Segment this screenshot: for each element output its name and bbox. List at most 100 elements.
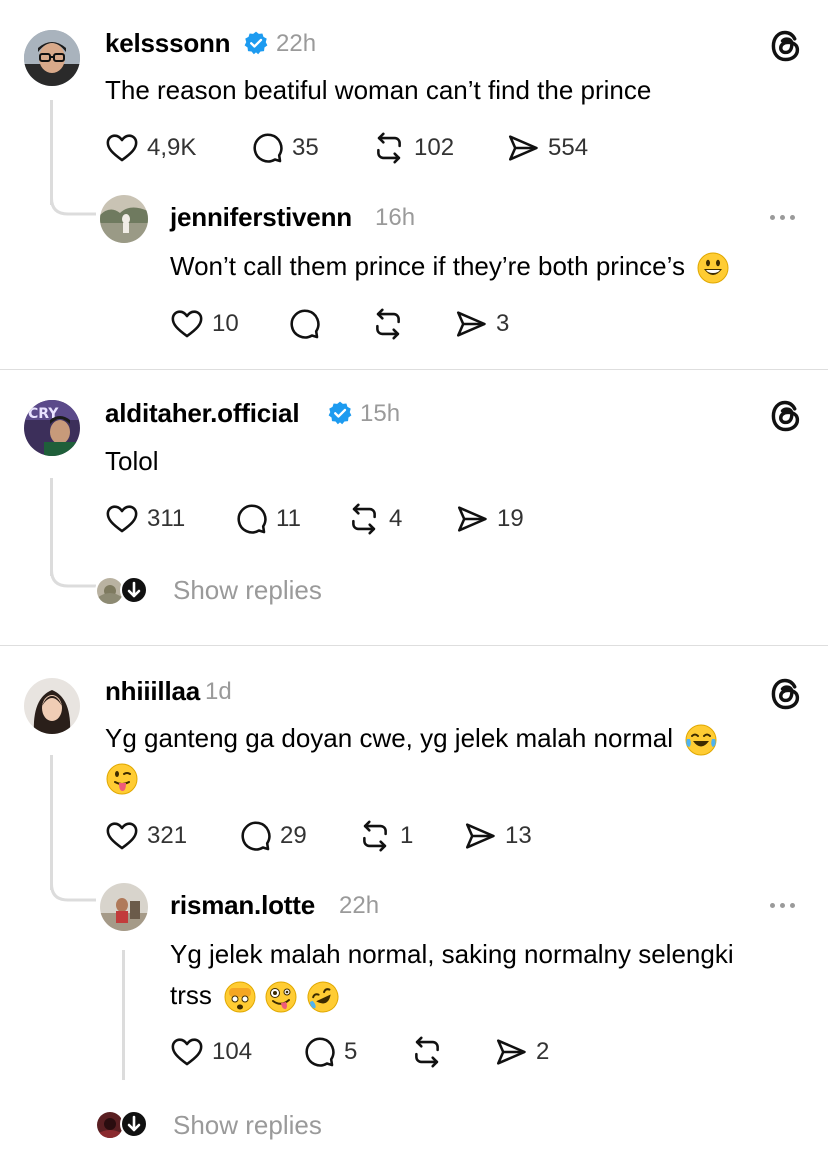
comment-button[interactable]: 5 [302, 1032, 357, 1072]
post-time: 15h [360, 400, 401, 427]
post-text: Tolol [105, 446, 159, 476]
share-count: 3 [496, 310, 510, 337]
post-time: 22h [339, 892, 380, 919]
post-text: Won’t call them prince if they’re both p… [170, 245, 730, 287]
like-button[interactable]: 4,9K [105, 128, 196, 168]
share-icon [494, 1035, 528, 1069]
post-time: 22h [276, 30, 317, 57]
like-button[interactable]: 321 [105, 816, 187, 856]
comment-count: 35 [292, 134, 319, 161]
threads-logo-icon[interactable] [768, 28, 804, 64]
username[interactable]: kelsssonn [105, 28, 231, 59]
comment-button[interactable]: 11 [234, 499, 301, 539]
repost-icon [347, 502, 381, 536]
like-count: 4,9K [147, 134, 197, 161]
repost-count: 1 [400, 822, 414, 849]
comment-button[interactable] [287, 304, 321, 344]
like-count: 104 [212, 1038, 253, 1065]
share-button[interactable]: 2 [494, 1032, 549, 1072]
comment-icon [287, 307, 321, 341]
share-icon [455, 502, 489, 536]
tears-of-joy-emoji [685, 724, 717, 756]
arrow-down-icon[interactable] [120, 1110, 148, 1138]
username[interactable]: risman.lotte [170, 890, 315, 921]
show-replies-link[interactable]: Show replies [173, 1110, 322, 1141]
face-with-open-eyes-hand-emoji [224, 981, 256, 1013]
comment-count: 29 [280, 822, 307, 849]
comment-count: 5 [344, 1038, 358, 1065]
like-count: 311 [147, 505, 186, 532]
arrow-down-icon[interactable] [120, 576, 148, 604]
post-text-content: Won’t call them prince if they’re both p… [170, 251, 685, 281]
username[interactable]: nhiiillaa [105, 676, 200, 707]
zany-face-emoji [265, 981, 297, 1013]
verified-badge-icon [327, 400, 353, 426]
repost-count: 102 [414, 134, 455, 161]
share-count: 2 [536, 1038, 550, 1065]
share-icon [506, 131, 540, 165]
divider [0, 369, 828, 370]
comment-count: 11 [276, 505, 301, 532]
share-icon [463, 819, 497, 853]
post-time: 1d [205, 678, 232, 705]
more-options-icon[interactable] [770, 215, 795, 220]
repost-icon [358, 819, 392, 853]
like-button[interactable]: 10 [170, 304, 239, 344]
repost-button[interactable] [371, 304, 405, 344]
avatar[interactable] [100, 195, 148, 243]
post-text: The reason beatiful woman can’t find the… [105, 75, 652, 105]
more-options-icon[interactable] [770, 903, 795, 908]
username[interactable]: jenniferstivenn [170, 202, 352, 233]
like-count: 321 [147, 822, 188, 849]
share-icon [454, 307, 488, 341]
avatar[interactable]: CRY [24, 400, 80, 456]
threads-logo-icon[interactable] [768, 676, 804, 712]
avatar[interactable] [24, 30, 80, 86]
reply-connector [50, 562, 96, 588]
comment-icon [302, 1035, 336, 1069]
post-text-content: trss [170, 980, 212, 1010]
like-count: 10 [212, 310, 239, 337]
repost-icon [410, 1035, 444, 1069]
repost-count: 4 [389, 505, 403, 532]
comment-icon [234, 502, 268, 536]
share-count: 554 [548, 134, 589, 161]
post-text-line2: trss [170, 974, 340, 1016]
verified-badge-icon [243, 30, 269, 56]
comment-button[interactable]: 35 [250, 128, 319, 168]
like-button[interactable]: 104 [170, 1032, 252, 1072]
repost-button[interactable]: 1 [358, 816, 413, 856]
post-text: Yg ganteng ga doyan cwe, yg jelek malah … [105, 717, 718, 759]
comment-icon [238, 819, 272, 853]
username[interactable]: alditaher.official [105, 398, 300, 429]
share-count: 13 [505, 822, 532, 849]
threads-logo-icon[interactable] [768, 398, 804, 434]
like-button[interactable]: 311 [105, 499, 185, 539]
reply-connector [50, 190, 96, 216]
repost-button[interactable]: 102 [372, 128, 454, 168]
heart-icon [170, 1035, 204, 1069]
thread-line [50, 755, 53, 890]
avatar[interactable] [100, 883, 148, 931]
share-button[interactable]: 13 [463, 816, 532, 856]
share-button[interactable]: 554 [506, 128, 588, 168]
grinning-face-emoji [697, 252, 729, 284]
reply-connector [50, 876, 96, 902]
repost-button[interactable] [410, 1032, 444, 1072]
share-button[interactable]: 3 [454, 304, 509, 344]
rolling-on-floor-laughing-emoji [307, 981, 339, 1013]
post-text-content: Yg ganteng ga doyan cwe, yg jelek malah … [105, 723, 674, 753]
tongue-emoji [106, 763, 138, 795]
post-time: 16h [375, 204, 416, 231]
show-replies-link[interactable]: Show replies [173, 575, 322, 606]
heart-icon [105, 131, 139, 165]
share-button[interactable]: 19 [455, 499, 524, 539]
comment-icon [250, 131, 284, 165]
repost-button[interactable]: 4 [347, 499, 402, 539]
divider [0, 645, 828, 646]
thread-line [122, 950, 125, 1080]
repost-icon [371, 307, 405, 341]
avatar[interactable] [24, 678, 80, 734]
post-text: Yg jelek malah normal, saking normalny s… [170, 939, 734, 969]
comment-button[interactable]: 29 [238, 816, 307, 856]
